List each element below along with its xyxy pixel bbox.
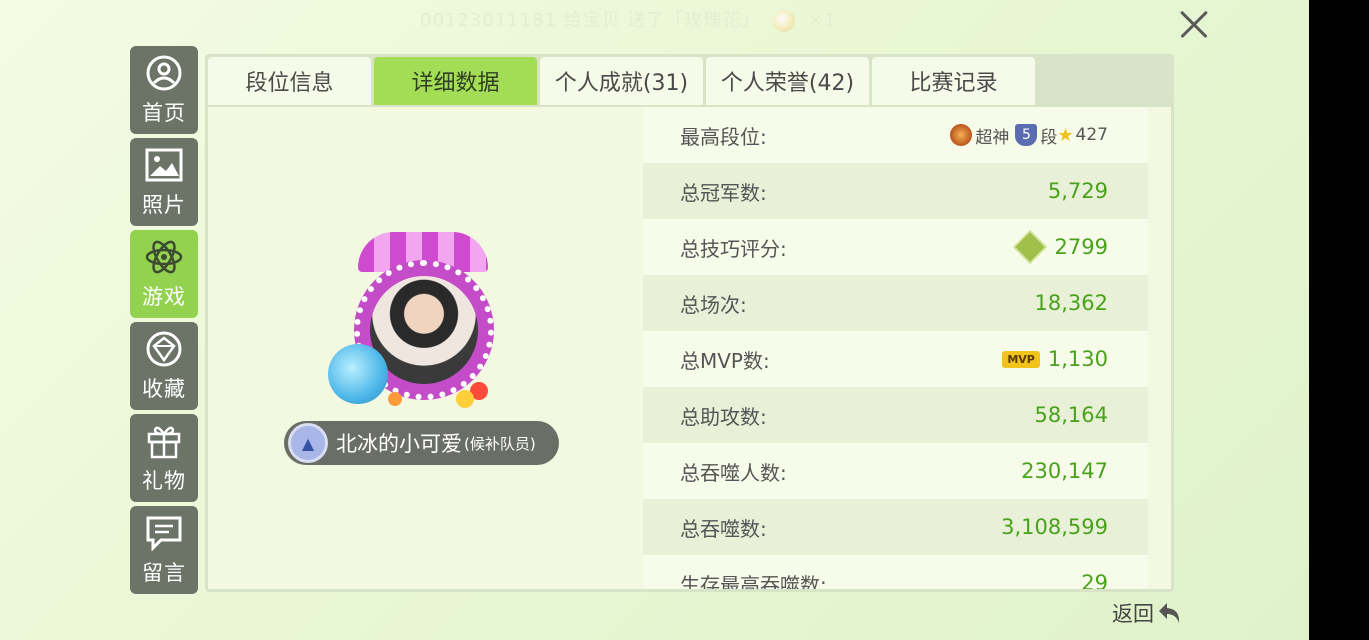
player-role: (候补队员): [464, 434, 536, 453]
rank-tier: 超神: [975, 127, 1010, 148]
gift-notification-text: 00123011181 给宝贝 送了「玫瑰花」: [420, 10, 761, 31]
sidebar-item-label: 礼物: [142, 469, 186, 493]
sidebar-item-home[interactable]: 首页: [130, 46, 198, 134]
stat-value: 230,147: [1021, 459, 1108, 483]
tab-rank-info[interactable]: 段位信息: [208, 57, 371, 105]
picture-icon: [144, 145, 184, 185]
sidebar-item-gifts[interactable]: 礼物: [130, 414, 198, 502]
sidebar-item-games[interactable]: 游戏: [130, 230, 198, 318]
rank-level-shield-icon: 5: [1015, 124, 1038, 146]
super-god-medal-icon: [950, 124, 973, 146]
mvp-badge-icon: MVP: [1002, 350, 1040, 368]
stat-value: 2799: [1012, 230, 1108, 264]
stat-label: 生存最高吞噬数:: [680, 572, 827, 590]
stat-label: 最高段位:: [680, 124, 767, 149]
stat-row-assists: 总助攻数: 58,164: [643, 387, 1148, 443]
tab-bar: 段位信息 详细数据 个人成就(31) 个人荣誉(42) 比赛记录: [208, 57, 1035, 109]
stat-value: 3,108,599: [1001, 515, 1108, 539]
message-icon: [144, 513, 184, 553]
stat-label: 总场次:: [680, 292, 747, 317]
stat-row-devour-people: 总吞噬人数: 230,147: [643, 443, 1148, 499]
sidebar-item-label: 照片: [142, 193, 186, 217]
stat-value: 超神 5 段 ★ 427: [950, 123, 1108, 148]
profile-panel: 段位信息 详细数据 个人成就(31) 个人荣誉(42) 比赛记录 ▲ 北冰的小可…: [205, 54, 1174, 592]
stat-label: 总MVP数:: [680, 348, 770, 373]
balloon-decoration: [388, 392, 402, 406]
stat-row-max-rank: 最高段位: 超神 5 段 ★ 427: [643, 107, 1148, 163]
avatar[interactable]: [328, 232, 518, 422]
gift-icon: [144, 421, 184, 461]
sidebar-item-messages[interactable]: 留言: [130, 506, 198, 594]
stat-value: 58,164: [1034, 403, 1108, 427]
stat-row-skill-score: 总技巧评分: 2799: [643, 219, 1148, 275]
stat-label: 总吞噬人数:: [680, 460, 787, 485]
stat-row-survive-max: 生存最高吞噬数: 29: [643, 555, 1148, 589]
gift-notification-count: ×1: [807, 10, 837, 31]
sidebar-item-label: 首页: [142, 101, 186, 125]
gift-notification: 00123011181 给宝贝 送了「玫瑰花」 ×1: [420, 6, 900, 32]
back-arrow-icon: [1159, 603, 1180, 623]
sidebar-item-label: 留言: [142, 561, 186, 585]
rank-level-suffix: 段: [1040, 127, 1058, 148]
tab-content: ▲ 北冰的小可爱 (候补队员) 最高段位: 超神 5 段 ★ 427 总冠军数:…: [208, 107, 1171, 589]
stats-list: 最高段位: 超神 5 段 ★ 427 总冠军数: 5,729 总技巧评分: 27…: [643, 107, 1148, 589]
screen-edge-bar: [1309, 0, 1369, 640]
tab-match-records[interactable]: 比赛记录: [872, 57, 1035, 105]
back-button[interactable]: 返回: [1112, 597, 1184, 629]
rank-stars: 427: [1075, 125, 1108, 145]
tab-achievements[interactable]: 个人成就(31): [540, 57, 703, 105]
rank-emblem-icon: ▲: [288, 423, 328, 463]
back-label: 返回: [1112, 602, 1154, 626]
stat-label: 总技巧评分:: [680, 236, 787, 261]
tab-detailed-data[interactable]: 详细数据: [374, 57, 537, 105]
stat-row-champions: 总冠军数: 5,729: [643, 163, 1148, 219]
user-icon: [144, 53, 184, 93]
sidebar-item-label: 游戏: [142, 285, 186, 309]
stat-label: 总吞噬数:: [680, 516, 767, 541]
stat-row-devour: 总吞噬数: 3,108,599: [643, 499, 1148, 555]
skill-badge-icon: [1012, 230, 1047, 264]
skill-score-value: 2799: [1054, 235, 1108, 259]
mvp-value: 1,130: [1047, 347, 1108, 371]
stat-label: 总助攻数:: [680, 404, 767, 429]
stat-row-mvp: 总MVP数: MVP 1,130: [643, 331, 1148, 387]
stat-value: 29: [1081, 571, 1108, 589]
close-button[interactable]: [1172, 4, 1216, 44]
tab-honors[interactable]: 个人荣誉(42): [706, 57, 869, 105]
player-name: 北冰的小可爱: [336, 432, 462, 456]
star-icon: ★: [1057, 124, 1074, 146]
player-name-badge: ▲ 北冰的小可爱 (候补队员): [284, 421, 559, 465]
sidebar: 首页 照片 游戏 收藏 礼物 留言: [130, 46, 198, 598]
diamond-icon: [144, 329, 184, 369]
stat-label: 总冠军数:: [680, 180, 767, 205]
stat-value: 5,729: [1047, 179, 1108, 203]
stat-row-total-games: 总场次: 18,362: [643, 275, 1148, 331]
rocking-horse-icon: [328, 344, 388, 404]
balloon-decoration: [456, 390, 474, 408]
sidebar-item-label: 收藏: [142, 377, 186, 401]
sidebar-item-photos[interactable]: 照片: [130, 138, 198, 226]
stat-value: MVP 1,130: [1002, 347, 1108, 371]
atom-icon: [144, 237, 184, 277]
rose-icon: [773, 10, 796, 32]
stat-value: 18,362: [1034, 291, 1108, 315]
sidebar-item-favorites[interactable]: 收藏: [130, 322, 198, 410]
